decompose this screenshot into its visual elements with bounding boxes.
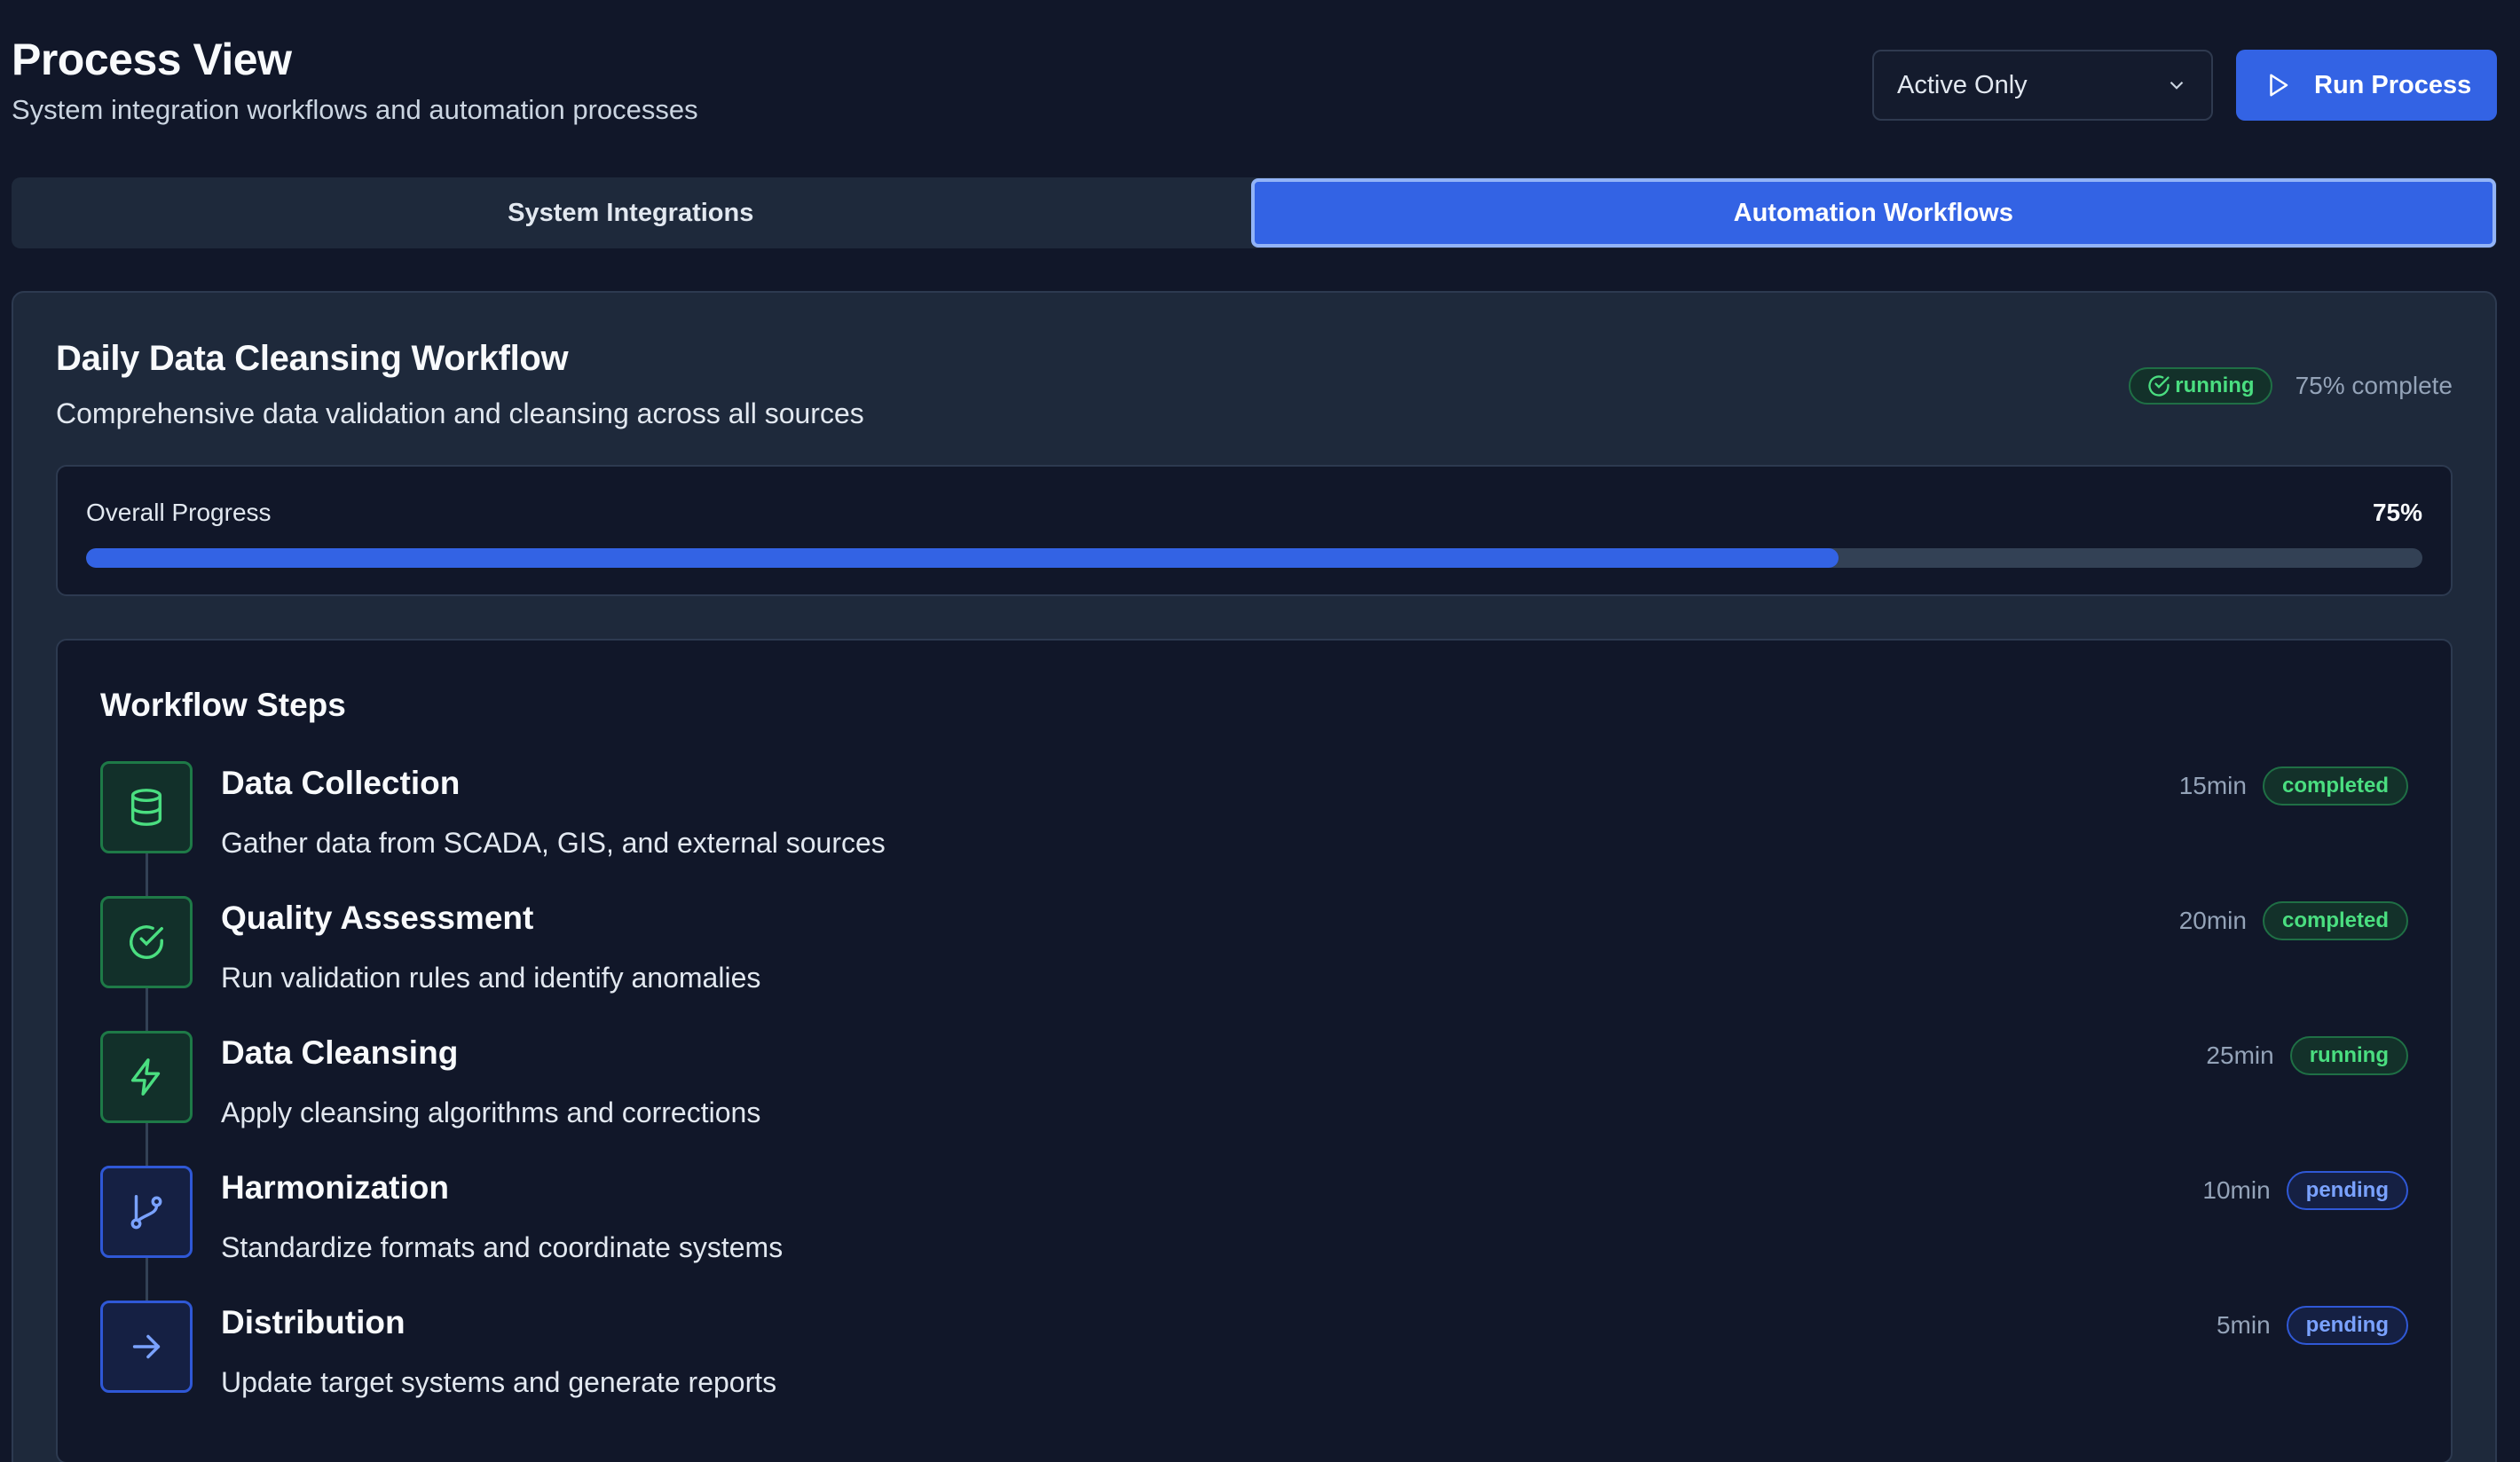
step-meta: 15min completed: [2179, 766, 2408, 806]
header-actions: Active Only Run Process: [1872, 50, 2497, 121]
progress-fill: [86, 548, 1839, 568]
step-status-badge: pending: [2286, 1171, 2408, 1210]
step-name: Distribution: [221, 1304, 406, 1340]
workflow-steps-panel: Workflow Steps Data Collection Gather da…: [56, 639, 2453, 1462]
step-description: Apply cleansing algorithms and correctio…: [221, 1096, 761, 1128]
complete-text: 75% complete: [2295, 372, 2453, 399]
step-connector: [146, 1123, 148, 1166]
progress-label: Overall Progress: [86, 499, 272, 526]
page-subtitle: System integration workflows and automat…: [12, 94, 698, 125]
workflow-description: Comprehensive data validation and cleans…: [56, 397, 864, 429]
tab-bar: System Integrations Automation Workflows: [12, 177, 2497, 248]
step-duration: 5min: [2216, 1311, 2271, 1339]
tab-system-integrations[interactable]: System Integrations: [12, 177, 1250, 248]
page: Process View System integration workflow…: [0, 0, 2520, 1462]
step-duration: 10min: [2202, 1176, 2271, 1204]
step-item: Data Collection Gather data from SCADA, …: [100, 761, 2408, 896]
status-badge-label: running: [2175, 373, 2255, 397]
steps-title: Workflow Steps: [100, 687, 346, 723]
step-meta: 5min pending: [2217, 1306, 2408, 1345]
arrow-right-icon: [100, 1301, 193, 1393]
step-item: Data Cleansing Apply cleansing algorithm…: [100, 1031, 2408, 1166]
tab-automation-workflows[interactable]: Automation Workflows: [1250, 178, 2496, 248]
step-duration: 20min: [2178, 907, 2247, 934]
play-icon: [2270, 74, 2288, 97]
step-connector: [146, 853, 148, 896]
database-icon: [100, 761, 193, 853]
step-name: Data Cleansing: [221, 1034, 459, 1071]
workflow-card: Daily Data Cleansing Workflow Comprehens…: [12, 291, 2497, 1462]
workflow-status: running 75% complete: [2129, 367, 2453, 405]
workflow-title: Daily Data Cleansing Workflow: [56, 339, 569, 378]
step-meta: 25min running: [2206, 1036, 2408, 1075]
step-connector: [146, 988, 148, 1031]
step-meta: 20min completed: [2179, 901, 2408, 940]
status-filter-select[interactable]: Active Only: [1872, 50, 2213, 121]
step-item: Quality Assessment Run validation rules …: [100, 896, 2408, 1031]
step-description: Standardize formats and coordinate syste…: [221, 1231, 784, 1263]
page-title: Process View: [12, 35, 292, 84]
step-description: Run validation rules and identify anomal…: [221, 962, 761, 994]
step-status-badge: completed: [2262, 766, 2408, 806]
run-process-label: Run Process: [2314, 70, 2472, 99]
progress-percent: 75%: [2372, 499, 2422, 526]
check-circle-icon: [2148, 375, 2170, 397]
progress-track: [86, 548, 2422, 568]
step-name: Quality Assessment: [221, 900, 534, 936]
step-status-badge: pending: [2286, 1306, 2408, 1345]
run-process-button[interactable]: Run Process: [2236, 50, 2497, 121]
status-filter-value: Active Only: [1897, 70, 2028, 99]
step-description: Update target systems and generate repor…: [221, 1366, 777, 1398]
step-duration: 15min: [2178, 772, 2247, 799]
step-name: Harmonization: [221, 1169, 449, 1206]
step-connector: [146, 1258, 148, 1301]
status-badge: running: [2129, 367, 2272, 405]
step-item: Harmonization Standardize formats and co…: [100, 1166, 2408, 1301]
step-item: Distribution Update target systems and g…: [100, 1301, 2408, 1435]
step-meta: 10min pending: [2202, 1171, 2408, 1210]
lightning-icon: [100, 1031, 193, 1123]
step-status-badge: running: [2289, 1036, 2408, 1075]
git-branch-icon: [100, 1166, 193, 1258]
overall-progress-panel: Overall Progress 75%: [56, 465, 2453, 596]
step-duration: 25min: [2206, 1041, 2274, 1069]
header: Process View System integration workflow…: [12, 0, 2497, 169]
chevron-down-icon: [2170, 81, 2184, 90]
step-description: Gather data from SCADA, GIS, and externa…: [221, 827, 886, 859]
check-circle-icon: [100, 896, 193, 988]
step-status-badge: completed: [2262, 901, 2408, 940]
step-name: Data Collection: [221, 765, 461, 801]
